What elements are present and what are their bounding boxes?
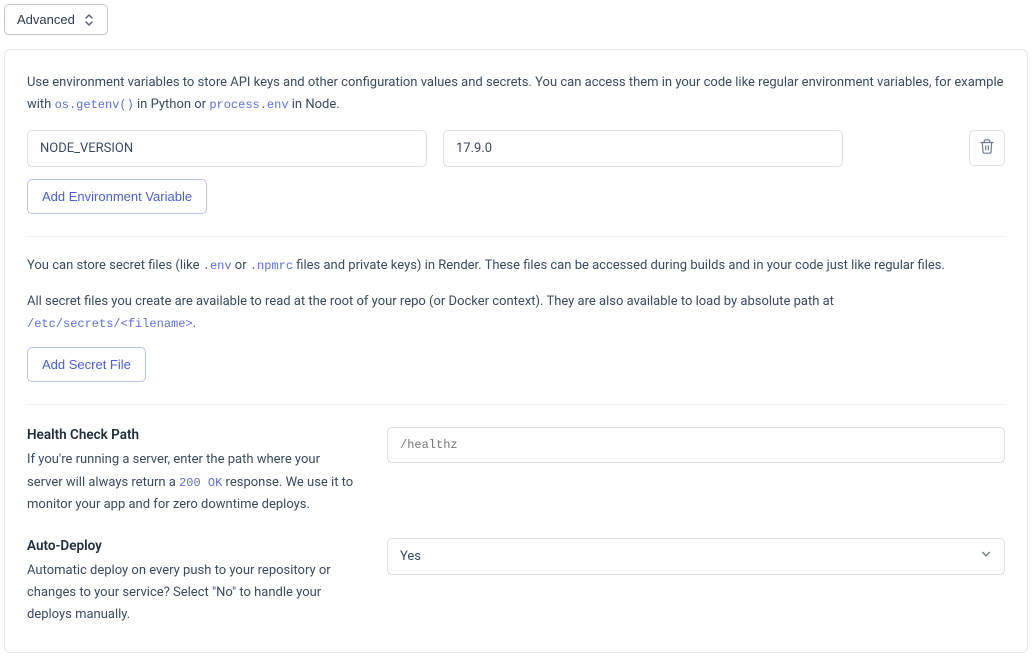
expand-collapse-icon	[83, 13, 95, 27]
health-check-desc: If you're running a server, enter the pa…	[27, 449, 357, 515]
env-key-input[interactable]	[27, 130, 427, 167]
secrets-help-1: You can store secret files (like .env or…	[27, 255, 1005, 277]
advanced-panel: Use environment variables to store API k…	[4, 49, 1028, 653]
trash-icon	[979, 138, 995, 158]
auto-deploy-title: Auto-Deploy	[27, 538, 357, 554]
auto-deploy-select[interactable]: Yes	[387, 538, 1005, 575]
health-check-title: Health Check Path	[27, 427, 357, 443]
add-env-var-button[interactable]: Add Environment Variable	[27, 179, 207, 214]
delete-env-button[interactable]	[969, 130, 1005, 166]
code-npmrc: .npmrc	[250, 259, 293, 273]
secrets-help-2: All secret files you create are availabl…	[27, 291, 1005, 335]
code-200-ok: 200 OK	[179, 476, 222, 490]
env-value-input[interactable]	[443, 130, 843, 167]
advanced-toggle[interactable]: Advanced	[4, 4, 108, 35]
health-check-section: Health Check Path If you're running a se…	[27, 427, 1005, 515]
auto-deploy-desc: Automatic deploy on every push to your r…	[27, 560, 357, 626]
auto-deploy-section: Auto-Deploy Automatic deploy on every pu…	[27, 538, 1005, 626]
env-var-row	[27, 130, 1005, 167]
code-secrets-path: /etc/secrets/<filename>	[27, 317, 193, 331]
code-os-getenv: os.getenv()	[55, 98, 134, 112]
divider	[27, 236, 1005, 237]
divider	[27, 404, 1005, 405]
code-process-env: process.env	[209, 98, 288, 112]
add-secret-file-button[interactable]: Add Secret File	[27, 347, 146, 382]
code-dotenv: .env	[203, 259, 232, 273]
auto-deploy-value: Yes	[387, 538, 1005, 575]
env-help-text: Use environment variables to store API k…	[27, 72, 1005, 116]
health-check-path-input[interactable]	[387, 427, 1005, 463]
secrets-block: You can store secret files (like .env or…	[27, 255, 1005, 382]
advanced-toggle-label: Advanced	[17, 12, 75, 27]
